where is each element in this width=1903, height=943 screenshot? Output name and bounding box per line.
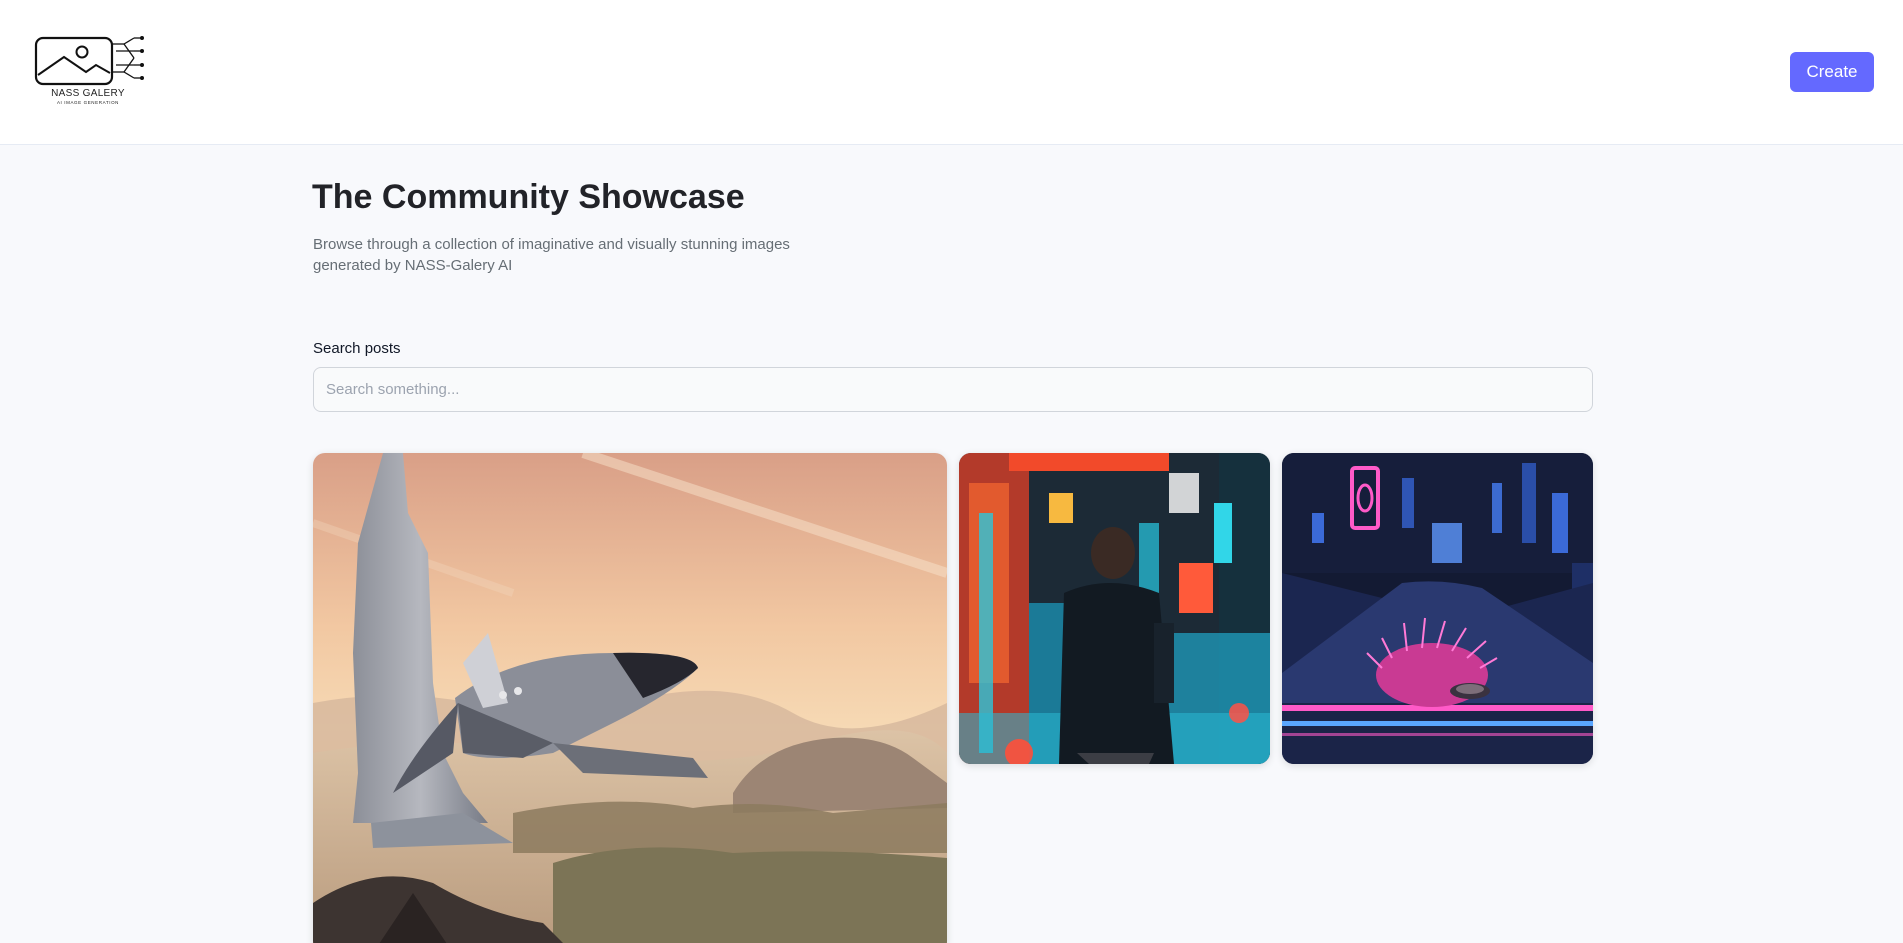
logo-name: NASS GALERY: [51, 88, 125, 99]
post-image-neon-hedgehog: [1282, 453, 1593, 764]
post-card-spaceship[interactable]: [313, 453, 947, 943]
post-image-neon-street: [959, 453, 1270, 764]
site-header: NASS GALERY AI IMAGE GENERATION Create: [0, 0, 1903, 145]
page-title: The Community Showcase: [312, 178, 745, 216]
search-label: Search posts: [313, 340, 401, 357]
post-image-spaceship: [313, 453, 947, 943]
logo-tagline: AI IMAGE GENERATION: [56, 100, 120, 105]
create-button[interactable]: Create: [1790, 52, 1874, 92]
post-card-neon-hedgehog[interactable]: [1282, 453, 1593, 764]
search-input[interactable]: [313, 367, 1593, 412]
logo[interactable]: NASS GALERY AI IMAGE GENERATION: [30, 34, 146, 106]
page-subtitle: Browse through a collection of imaginati…: [313, 236, 790, 274]
post-card-neon-street[interactable]: [959, 453, 1270, 764]
gallery-logo-icon: [34, 36, 144, 86]
